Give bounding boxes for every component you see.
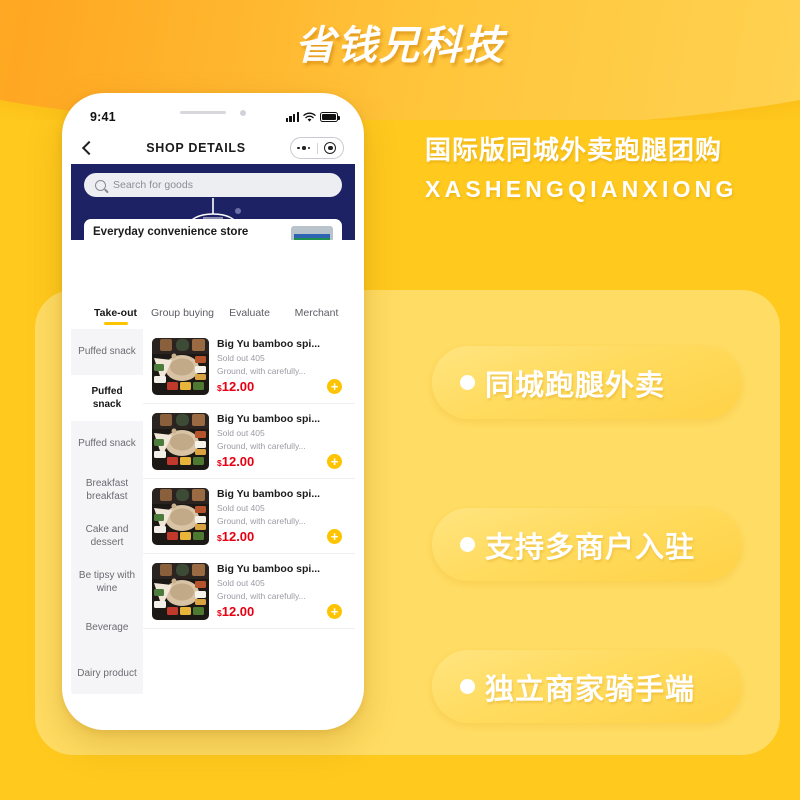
price-value: 12.00 <box>221 529 255 544</box>
search-icon <box>95 179 106 191</box>
add-to-cart-button[interactable]: + <box>327 604 342 619</box>
category-item[interactable]: Be tipsy with wine <box>71 559 143 605</box>
product-name: Big Yu bamboo spi... <box>217 338 321 350</box>
banner-title: 省钱兄科技 <box>295 24 505 68</box>
product-name: Big Yu bamboo spi... <box>217 563 321 575</box>
nav-action-pill[interactable] <box>290 137 344 159</box>
category-item[interactable]: Puffed snack <box>71 329 143 375</box>
store-thumbnail <box>291 226 333 240</box>
product-description: Ground, with carefully... <box>217 591 306 601</box>
catalog-content: Puffed snack Puffed snack Puffed snack B… <box>71 329 355 694</box>
feature-pill-1: 同城跑腿外卖 <box>432 346 742 419</box>
product-price-row: $12.00 + <box>217 454 346 469</box>
feature-pill-label: 支持多商户入驻 <box>485 531 696 564</box>
product-image <box>152 488 209 545</box>
product-row[interactable]: Big Yu bamboo spi... Sold out 405 Ground… <box>143 329 355 404</box>
category-item[interactable]: Dairy product <box>71 651 143 694</box>
battery-icon <box>320 112 340 122</box>
product-description: Ground, with carefully... <box>217 366 306 376</box>
category-item[interactable]: Breakfast breakfast <box>71 467 143 513</box>
bullet-dot-icon <box>460 375 475 390</box>
product-price: $12.00 <box>217 604 254 619</box>
feature-pill-label: 独立商家骑手端 <box>485 673 696 706</box>
tab-merchant[interactable]: Merchant <box>284 301 349 326</box>
product-sold: Sold out 405 <box>217 353 265 363</box>
product-image <box>152 413 209 470</box>
section-tabs: Take-out Group buying Evaluate Merchant <box>71 298 355 329</box>
marketing-headline-cn: 国际版同城外卖跑腿团购 <box>425 135 723 165</box>
status-icons <box>285 112 340 123</box>
marketing-copy: 国际版同城外卖跑腿团购 XASHENGQIANXIONG <box>425 130 775 203</box>
add-to-cart-button[interactable]: + <box>327 454 342 469</box>
store-name: Everyday convenience store <box>93 226 249 238</box>
product-info: Big Yu bamboo spi... Sold out 405 Ground… <box>217 488 346 544</box>
product-sold: Sold out 405 <box>217 428 265 438</box>
phone-screen: 9:41 SHOP DETAILS Search for goods Every… <box>71 102 355 721</box>
product-image <box>152 338 209 395</box>
product-price-row: $12.00 + <box>217 604 346 619</box>
target-icon[interactable] <box>318 142 344 154</box>
shop-hero-banner: Search for goods Everyday convenience st… <box>71 164 355 240</box>
bullet-dot-icon <box>460 679 475 694</box>
wifi-icon <box>303 112 316 122</box>
product-price: $12.00 <box>217 379 254 394</box>
phone-mockup: 9:41 SHOP DETAILS Search for goods Every… <box>62 93 364 730</box>
product-name: Big Yu bamboo spi... <box>217 488 321 500</box>
feature-pill-3: 独立商家骑手端 <box>432 650 742 723</box>
feature-pill-label: 同城跑腿外卖 <box>485 369 666 402</box>
store-info-card: Everyday convenience store ★ 4.4 Sales v… <box>84 219 342 240</box>
product-description: Ground, with carefully... <box>217 516 306 526</box>
product-price-row: $12.00 + <box>217 379 346 394</box>
tab-group-buying[interactable]: Group buying <box>150 301 215 326</box>
search-placeholder: Search for goods <box>113 179 193 191</box>
category-item[interactable]: Puffed snack <box>71 421 143 467</box>
feature-pill-2: 支持多商户入驻 <box>432 508 742 581</box>
tab-evaluate[interactable]: Evaluate <box>217 301 282 326</box>
more-icon[interactable] <box>291 146 317 150</box>
store-info: Everyday convenience store ★ 4.4 Sales v… <box>93 226 284 240</box>
product-price: $12.00 <box>217 454 254 469</box>
product-info: Big Yu bamboo spi... Sold out 405 Ground… <box>217 413 346 469</box>
product-sold: Sold out 405 <box>217 578 265 588</box>
page-title: SHOP DETAILS <box>146 141 246 155</box>
search-bar[interactable]: Search for goods <box>84 173 342 197</box>
tab-take-out[interactable]: Take-out <box>83 301 148 326</box>
signal-icon <box>285 112 299 122</box>
product-image <box>152 563 209 620</box>
bullet-dot-icon <box>460 537 475 552</box>
add-to-cart-button[interactable]: + <box>327 529 342 544</box>
category-sidebar: Puffed snack Puffed snack Puffed snack B… <box>71 329 143 694</box>
category-item[interactable]: Cake and dessert <box>71 513 143 559</box>
product-list: Big Yu bamboo spi... Sold out 405 Ground… <box>143 329 355 694</box>
product-description: Ground, with carefully... <box>217 441 306 451</box>
product-sold: Sold out 405 <box>217 503 265 513</box>
add-to-cart-button[interactable]: + <box>327 379 342 394</box>
product-row[interactable]: Big Yu bamboo spi... Sold out 405 Ground… <box>143 479 355 554</box>
product-row[interactable]: Big Yu bamboo spi... Sold out 405 Ground… <box>143 404 355 479</box>
nav-bar: SHOP DETAILS <box>71 132 355 164</box>
status-time: 9:41 <box>90 110 116 124</box>
product-row[interactable]: Big Yu bamboo spi... Sold out 405 Ground… <box>143 554 355 629</box>
product-info: Big Yu bamboo spi... Sold out 405 Ground… <box>217 338 346 394</box>
price-value: 12.00 <box>221 379 255 394</box>
marketing-headline-en: XASHENGQIANXIONG <box>425 176 738 202</box>
product-info: Big Yu bamboo spi... Sold out 405 Ground… <box>217 563 346 619</box>
category-item-active[interactable]: Puffed snack <box>71 375 143 421</box>
product-price: $12.00 <box>217 529 254 544</box>
status-bar: 9:41 <box>71 102 355 132</box>
category-item[interactable]: Beverage <box>71 605 143 651</box>
product-name: Big Yu bamboo spi... <box>217 413 321 425</box>
price-value: 12.00 <box>221 604 255 619</box>
product-price-row: $12.00 + <box>217 529 346 544</box>
price-value: 12.00 <box>221 454 255 469</box>
